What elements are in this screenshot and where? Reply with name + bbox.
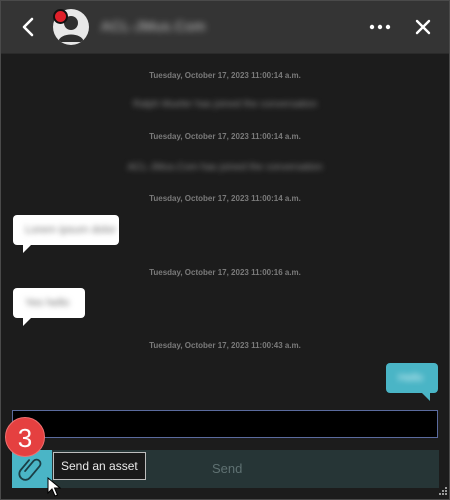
step-badge: 3 <box>5 417 45 457</box>
message-timestamp: Tuesday, October 17, 2023 11:00:43 a.m. <box>149 341 301 350</box>
system-message: ACL-JMus.Com has joined the conversation <box>127 162 323 173</box>
chat-window: ACL-JMus.Com Tuesday, October 17, 2023 1… <box>0 0 450 500</box>
message-text: Hello <box>398 372 424 384</box>
chat-header: ACL-JMus.Com <box>1 1 449 54</box>
resize-grip-icon[interactable] <box>436 486 448 498</box>
attach-tooltip: Send an asset <box>53 452 146 480</box>
outgoing-message-bubble: Hello <box>386 363 438 401</box>
chevron-left-icon[interactable] <box>15 13 43 41</box>
system-message: Ralph Mueler has joined the conversation <box>133 99 317 110</box>
incoming-message-bubble: Lorem ipsum dolor <box>13 215 119 253</box>
ellipsis-icon[interactable] <box>365 17 395 37</box>
contact-name: ACL-JMus.Com <box>101 18 206 34</box>
send-button-label: Send <box>212 461 243 476</box>
message-text: Yes hello <box>25 297 70 309</box>
close-icon[interactable] <box>411 15 435 39</box>
incoming-message-bubble: Yes hello <box>13 288 85 326</box>
avatar[interactable] <box>53 9 93 49</box>
status-indicator <box>53 9 68 24</box>
message-text: Lorem ipsum dolor <box>25 224 117 236</box>
message-timestamp: Tuesday, October 17, 2023 11:00:14 a.m. <box>149 194 301 203</box>
message-timestamp: Tuesday, October 17, 2023 11:00:16 a.m. <box>149 268 301 277</box>
message-timestamp: Tuesday, October 17, 2023 11:00:14 a.m. <box>149 71 301 80</box>
message-input[interactable] <box>12 410 438 438</box>
mouse-cursor-icon <box>47 477 61 497</box>
message-timestamp: Tuesday, October 17, 2023 11:00:14 a.m. <box>149 132 301 141</box>
